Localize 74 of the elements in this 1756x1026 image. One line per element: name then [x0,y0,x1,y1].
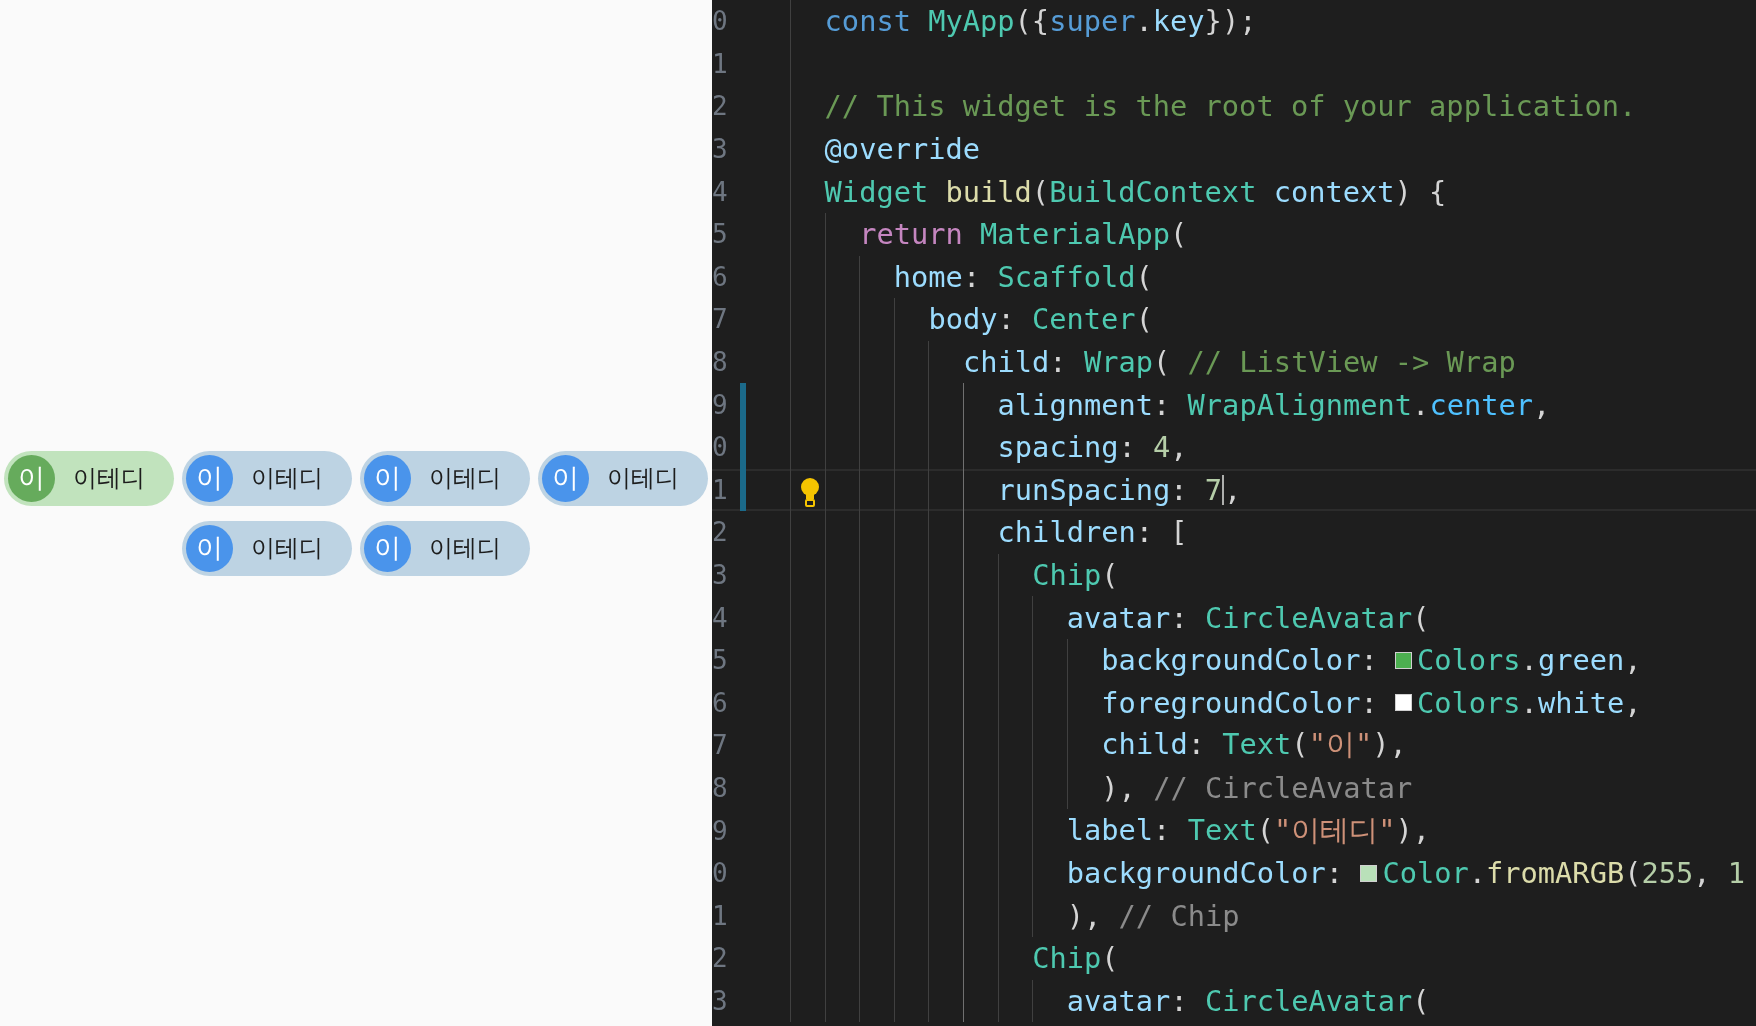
line-number: 0 [712,6,729,37]
code-text: avatar: CircleAvatar( [1066,600,1430,635]
code-text: spacing: 4, [997,430,1188,465]
code-text: , [1224,472,1242,507]
chip-label: 이테디 [251,463,323,494]
text-cursor [1222,474,1225,505]
code-text: children: [ [997,515,1188,550]
avatar: 이 [186,454,233,502]
chip-label: 이테디 [429,463,501,494]
code-text: alignment: WrapAlignment.center, [997,387,1551,422]
chip-label: 이테디 [429,533,501,564]
chip[interactable]: 이 이테디 [538,450,708,506]
color-swatch[interactable] [1394,651,1412,669]
line-number: 0 [712,432,729,463]
line-number: 5 [712,645,729,676]
color-swatch[interactable] [1360,864,1378,882]
code-text: backgroundColor: [1101,643,1379,678]
code-text: return MaterialApp( [859,217,1188,252]
line-number: 1 [712,900,729,931]
line-number: 3 [712,560,729,590]
line-number: 7 [712,730,729,761]
line-number: 5 [712,219,729,250]
code-text: Color.fromARGB(255, 1 [1382,856,1746,891]
code-text: backgroundColor: [1066,856,1345,891]
line-number: 3 [712,985,729,1016]
chip[interactable]: 이 이테디 [360,450,530,506]
line-number: 7 [712,304,729,335]
line-number: 2 [712,91,729,122]
line-number: 2 [712,943,729,974]
code-text: Widget build(BuildContext context) { [824,174,1447,209]
chip[interactable]: 이 이테디 [182,450,352,506]
lightbulb-icon[interactable] [800,476,820,507]
code-text: const MyApp({super.key}); [824,4,1257,39]
line-number: 8 [712,773,729,803]
code-text: Chip( [1032,941,1119,976]
chip[interactable]: 이 이테디 [360,520,530,576]
line-number: 9 [712,389,729,420]
code-text: home: Scaffold( [893,259,1153,294]
code-text: foregroundColor: [1101,685,1379,720]
avatar: 이 [8,454,55,502]
code-text: Chip( [1032,558,1119,592]
chip-label: 이테디 [251,533,323,564]
code-text: label: Text("이테디"), [1066,811,1431,849]
code-text: body: Center( [928,302,1153,337]
avatar: 이 [542,454,589,502]
code-text: // This widget is the root of your application. [824,89,1637,124]
code-text: ), // CircleAvatar [1101,771,1413,805]
line-number: 2 [712,517,729,548]
avatar: 이 [186,524,233,572]
line-number: 6 [712,687,729,718]
line-number: 9 [712,815,729,846]
code-text: avatar: CircleAvatar( [1066,983,1430,1018]
chip-label: 이테디 [607,463,679,494]
code-text: Colors.green, [1416,643,1642,678]
avatar: 이 [364,454,411,502]
code-text: child: Wrap( // ListView -> Wrap [962,345,1516,380]
chip-label: 이테디 [73,463,145,494]
code-text: ), // Chip [1066,898,1240,933]
code-text: Colors.white, [1416,685,1642,720]
color-swatch[interactable] [1394,694,1412,712]
line-number: 0 [712,858,729,889]
code-text: child: Text("이"), [1101,726,1407,764]
line-number: 4 [712,176,729,207]
line-number: 8 [712,347,729,378]
line-number: 6 [712,261,729,292]
line-number: 1 [712,474,729,505]
line-number: 4 [712,602,729,633]
line-number: 3 [712,134,729,165]
code-text: runSpacing: 7 [997,472,1223,507]
avatar: 이 [364,524,411,572]
chip[interactable]: 이 이테디 [4,450,174,506]
line-number: 1 [712,48,729,79]
chip[interactable]: 이 이테디 [182,520,352,576]
code-text: @override [824,132,981,167]
